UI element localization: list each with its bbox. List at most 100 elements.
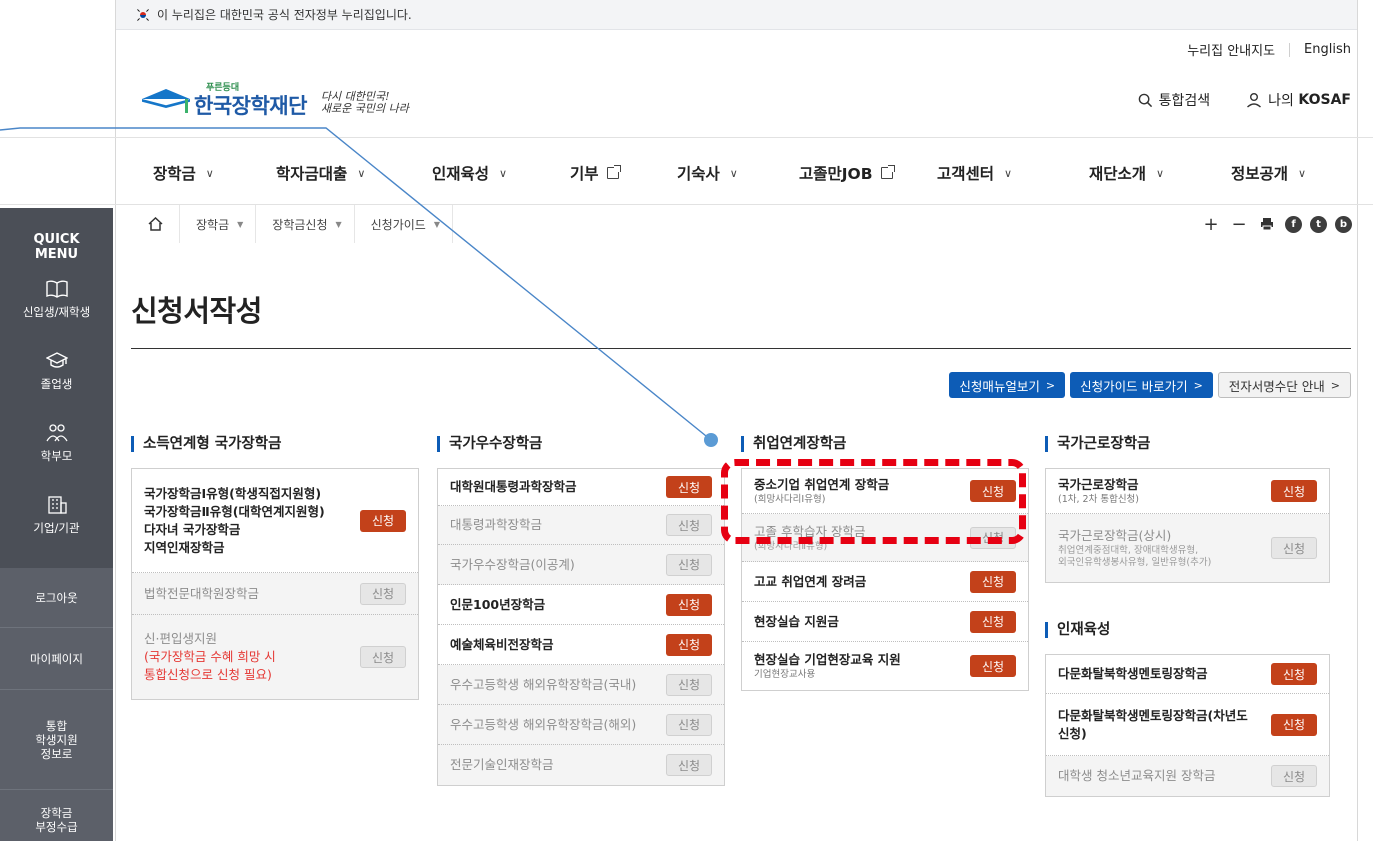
item-sub: (희망사다리Ⅰ유형) [754, 494, 826, 505]
esign-button[interactable]: 전자서명수단 안내 > [1217, 372, 1351, 398]
quick-menu: QUICK MENU 신입생/재학생 졸업생 학부모 기업/기관 로그아웃 마이페… [0, 208, 113, 841]
list-item: 대학원대통령과학장학금 신청 [438, 469, 724, 506]
apply-button-disabled: 신청 [970, 526, 1016, 549]
manual-button[interactable]: 신청매뉴얼보기 > [949, 372, 1066, 398]
twitter-icon[interactable]: t [1310, 215, 1327, 233]
item-label: 현장실습 기업현장교육 지원 기업현장교사용 [754, 652, 901, 680]
apply-button-disabled: 신청 [1271, 537, 1317, 559]
facebook-icon[interactable]: f [1285, 215, 1302, 233]
section-title: 인재육성 [1045, 622, 1330, 638]
quick-item-institutions[interactable]: 기업/기관 [0, 496, 113, 568]
gnb-about[interactable]: 재단소개 ∨ [1089, 162, 1164, 184]
apply-button[interactable]: 신청 [666, 633, 712, 656]
apply-button[interactable]: 신청 [666, 476, 712, 498]
list-item: 신·편입생지원 (국가장학금 수혜 희망 시 통합신청으로 신청 필요) 신청 [132, 615, 418, 699]
fraud-report-link[interactable]: 장학금 부정수급 [0, 790, 113, 841]
guide-button[interactable]: 신청가이드 바로가기 > [1070, 372, 1213, 398]
zoom-out-icon[interactable]: − [1229, 214, 1249, 235]
apply-button[interactable]: 신청 [970, 610, 1016, 633]
work-study-section: 국가근로장학금 국가근로장학금 (1차, 2차 통합신청) 신청 국가근로장학금(상… [1045, 436, 1330, 583]
search-button[interactable]: 통합검색 [1138, 90, 1210, 110]
gnb-donation[interactable]: 기부 [570, 162, 621, 184]
gov-banner-text: 이 누리집은 대한민국 공식 전자정부 누리집입니다. [157, 8, 412, 22]
gnb-customer-center[interactable]: 고객센터 ∨ [937, 162, 1012, 184]
item-label: 국가장학금Ⅰ유형(학생직접지원형) 국가장학금Ⅱ유형(대학연계지원형) 다자녀 … [144, 485, 325, 555]
item-label: 다문화탈북학생멘토링장학금(차년도 신청) [1058, 707, 1248, 741]
list-item: 국가장학금Ⅰ유형(학생직접지원형) 국가장학금Ⅱ유형(대학연계지원형) 다자녀 … [132, 469, 418, 573]
user-icon [1247, 93, 1262, 108]
quick-menu-title: QUICK MENU [33, 232, 80, 262]
item-sub: 취업연계중점대학, 장애대학생유형, 외국인유학생봉사유형, 일반유형(추가) [1058, 545, 1212, 568]
slogan-line-2: 새로운 국민의 나라 [320, 102, 409, 115]
breadcrumb-item[interactable]: 장학금신청 ▼ [256, 205, 355, 243]
sitemap-link[interactable]: 누리집 안내지도 [1187, 40, 1275, 59]
link-label: 통합 학생지원 정보로 [35, 718, 78, 761]
gnb-dormitory[interactable]: 기숙사 ∨ [677, 162, 738, 184]
apply-button[interactable]: 신청 [970, 655, 1016, 677]
mypage-link[interactable]: 마이페이지 [0, 628, 113, 690]
list-item: 다문화탈북학생멘토링장학금 신청 [1046, 655, 1329, 694]
english-link[interactable]: English [1304, 42, 1351, 57]
site-logo[interactable]: 푸른등대 한국장학재단 다시 대한민국! 새로운 국민의 나라 [142, 80, 409, 120]
quick-item-label: 신입생/재학생 [22, 305, 91, 319]
breadcrumb-item[interactable]: 신청가이드 ▼ [355, 205, 453, 243]
gnb-job[interactable]: 고졸만JOB [799, 162, 895, 184]
apply-button[interactable]: 신청 [970, 570, 1016, 593]
scholarship-list: 중소기업 취업연계 장학금 (희망사다리Ⅰ유형) 신청 고졸 후학습자 장학금 (희망… [741, 468, 1029, 691]
quick-item-students[interactable]: 신입생/재학생 [0, 280, 113, 352]
link-label: 장학금 부정수급 [35, 806, 78, 834]
quick-item-parents[interactable]: 학부모 [0, 424, 113, 496]
gnb-student-loan[interactable]: 학자금대출 ∨ [276, 162, 365, 184]
scholarship-list: 국가근로장학금 (1차, 2차 통합신청) 신청 국가근로장학금(상시) 취업연계중점… [1045, 468, 1330, 583]
chevron-right-icon: > [1330, 378, 1340, 392]
apply-button[interactable]: 신청 [1271, 663, 1317, 685]
chevron-down-icon: ∨ [1156, 166, 1165, 180]
my-label: 나의 [1268, 93, 1294, 109]
chevron-down-icon: ∨ [357, 166, 366, 180]
item-label: 다문화탈북학생멘토링장학금 [1058, 666, 1208, 681]
apply-button-disabled: 신청 [666, 713, 712, 736]
home-button[interactable] [132, 205, 180, 243]
item-label: 우수고등학생 해외유학장학금(해외) [450, 716, 637, 732]
item-label: 중소기업 취업연계 장학금 (희망사다리Ⅰ유형) [754, 477, 890, 505]
breadcrumb-item[interactable]: 장학금 ▼ [180, 205, 257, 243]
logo-sub: 푸른등대 [206, 83, 240, 93]
apply-button[interactable]: 신청 [970, 480, 1016, 502]
item-label: 국가우수장학금(이공계) [450, 556, 575, 572]
external-link-icon [606, 165, 621, 179]
logout-link[interactable]: 로그아웃 [0, 568, 113, 628]
divider [1289, 42, 1291, 57]
quick-item-graduates[interactable]: 졸업생 [0, 352, 113, 424]
student-support-link[interactable]: 통합 학생지원 정보로 [0, 690, 113, 790]
notice-text: (국가장학금 수혜 희망 시 통합신청으로 신청 필요) [144, 649, 276, 682]
page-tools: + − f t b [1193, 205, 1352, 243]
my-kosaf-button[interactable]: 나의 KOSAF [1246, 90, 1351, 110]
apply-button[interactable]: 신청 [666, 593, 712, 616]
print-icon[interactable] [1257, 217, 1277, 231]
item-sub: 기업현장교사용 [754, 669, 816, 680]
quick-item-label: 졸업생 [40, 377, 73, 391]
list-item: 전문기술인재장학금 신청 [438, 745, 724, 785]
gnb-scholarship[interactable]: 장학금 ∨ [153, 162, 214, 184]
item-label: 대학생 청소년교육지원 장학금 [1058, 768, 1216, 783]
family-icon [45, 424, 68, 442]
scholarship-list: 대학원대통령과학장학금 신청 대통령과학장학금 신청 국가우수장학금(이공계) 신청 … [437, 468, 725, 786]
utility-links: 누리집 안내지도 English [1187, 40, 1351, 59]
item-label: 고교 취업연계 장려금 [754, 573, 867, 589]
talent-section: 인재육성 다문화탈북학생멘토링장학금 신청 다문화탈북학생멘토링장학금(차년도 신… [1045, 622, 1330, 797]
apply-button[interactable]: 신청 [360, 509, 406, 532]
section-title: 소득연계형 국가장학금 [131, 436, 419, 452]
apply-button[interactable]: 신청 [1271, 480, 1317, 502]
zoom-in-icon[interactable]: + [1201, 214, 1221, 235]
list-item: 다문화탈북학생멘토링장학금(차년도 신청) 신청 [1046, 694, 1329, 756]
chevron-down-icon: ∨ [1298, 166, 1307, 180]
apply-button[interactable]: 신청 [1271, 713, 1317, 736]
gnb-disclosure[interactable]: 정보공개 ∨ [1231, 162, 1306, 184]
gnb-talent[interactable]: 인재육성 ∨ [432, 162, 507, 184]
quick-item-label: 학부모 [40, 449, 73, 463]
scholarship-list: 국가장학금Ⅰ유형(학생직접지원형) 국가장학금Ⅱ유형(대학연계지원형) 다자녀 … [131, 468, 419, 700]
logo-name: 한국장학재단 [194, 94, 307, 118]
item-label: 국가근로장학금(상시) 취업연계중점대학, 장애대학생유형, 외국인유학생봉사유형… [1058, 528, 1212, 568]
blog-icon[interactable]: b [1335, 215, 1352, 233]
divider [131, 348, 1351, 349]
